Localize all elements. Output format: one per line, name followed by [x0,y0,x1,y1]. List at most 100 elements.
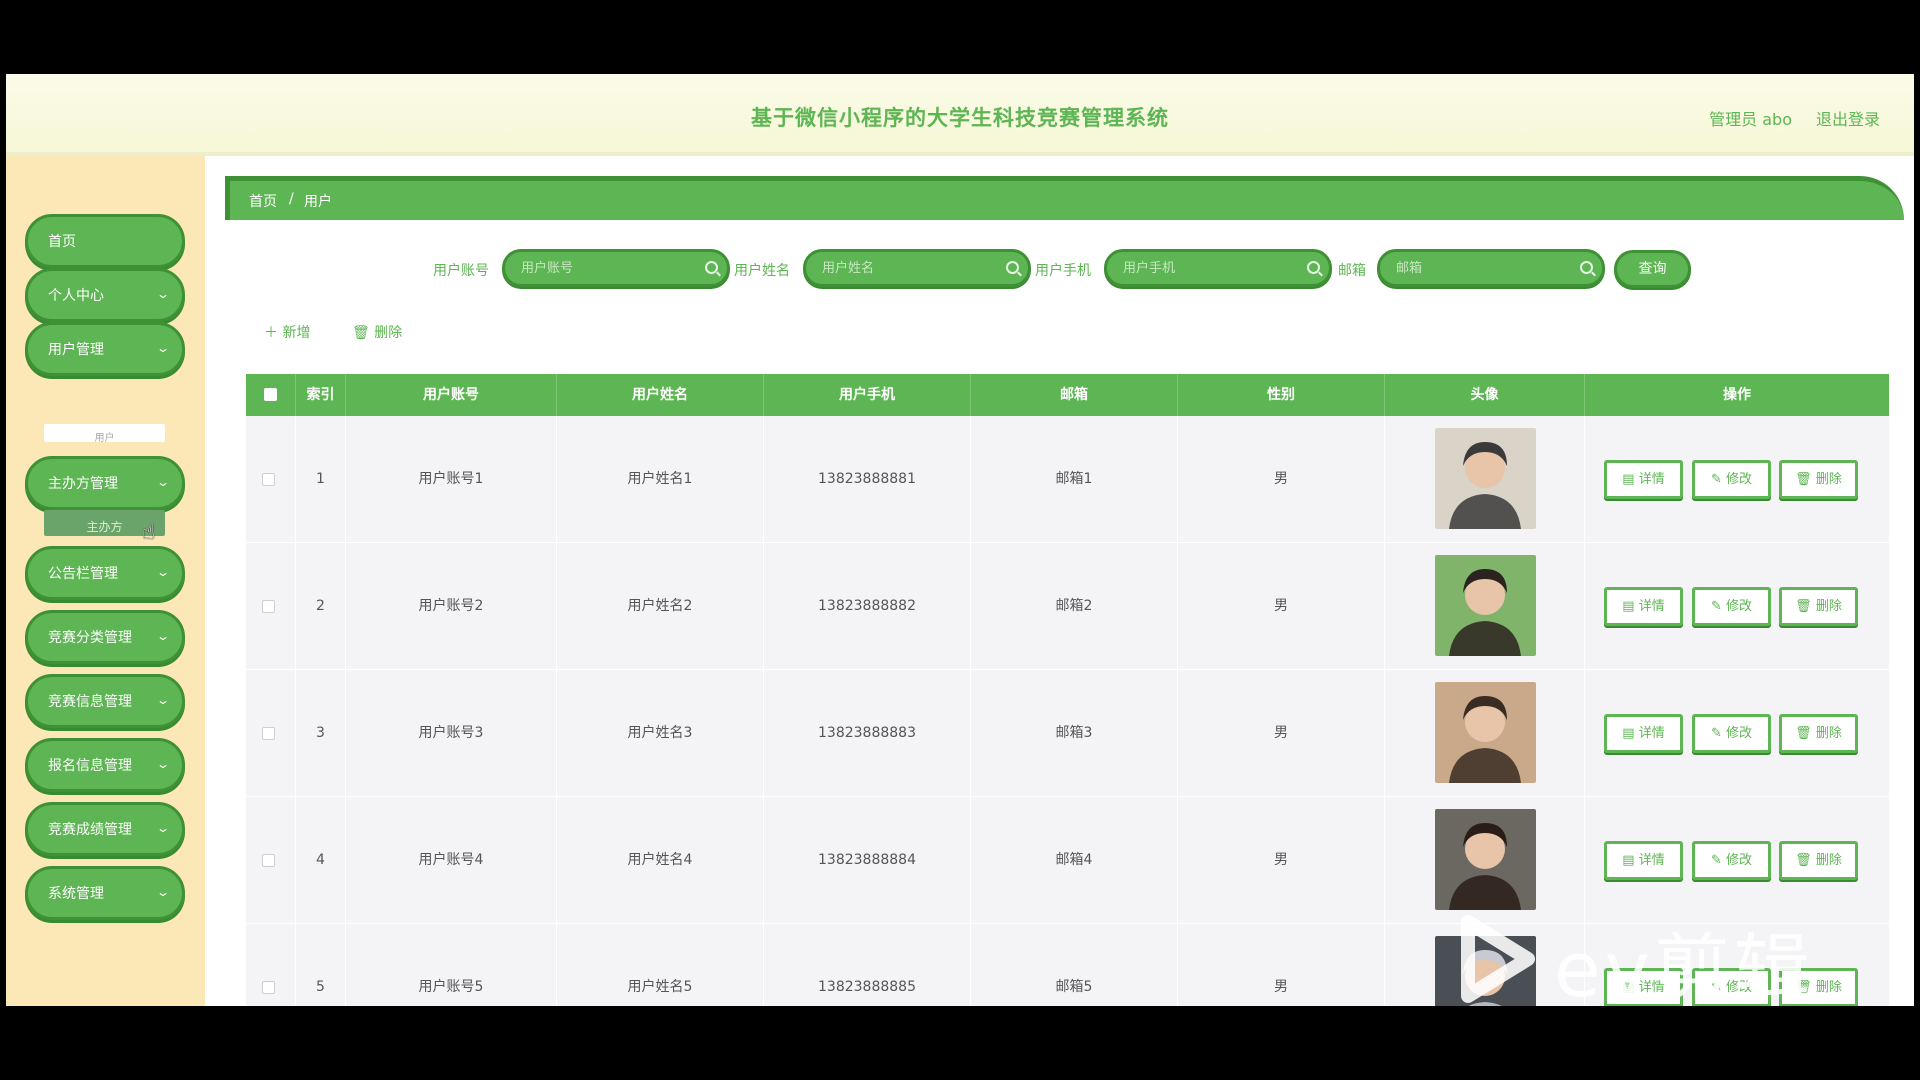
delete-button[interactable]: 🗑 删除 [1779,460,1858,499]
avatar [1435,555,1536,656]
table-row: 1 用户账号1 用户姓名1 13823888881 邮箱1 男 ▤ 详情 ✎ 修… [246,416,1889,543]
menu-item-label: 报名信息管理 [48,758,132,774]
chevron-down-icon: ⌄ [155,565,171,579]
breadcrumb: 首页 / 用户 [225,176,1904,220]
row-checkbox[interactable] [262,981,275,994]
pencil-icon: ✎ [1710,726,1722,741]
cell-account: 用户账号1 [346,416,557,543]
name-search-box [803,249,1031,287]
chevron-down-icon: ⌄ [155,757,171,771]
current-user: 管理员 abo [1709,110,1792,129]
breadcrumb-home[interactable]: 首页 [249,191,277,211]
edit-label: 修改 [1726,726,1753,741]
add-button[interactable]: ＋ 新增 [264,322,310,342]
row-select-cell [246,543,296,670]
header-phone: 用户手机 [764,374,971,416]
play-logo-icon [1461,915,1535,1003]
logout-link[interactable]: 退出登录 [1816,106,1880,130]
pencil-icon: ✎ [1710,472,1722,487]
avatar [1435,809,1536,910]
edit-button[interactable]: ✎ 修改 [1692,714,1771,753]
chevron-down-icon: ⌄ [155,821,171,835]
add-label: 新增 [282,325,311,341]
submenu-item-user[interactable]: 用户 [44,424,165,442]
account-search-box [502,249,730,287]
account-label: 用户账号 [433,263,489,279]
cell-name: 用户姓名5 [557,924,764,1006]
delete-label: 删除 [1815,853,1842,868]
menu-item-score-management[interactable]: 竞赛成绩管理 ⌄ [25,802,185,856]
cell-account: 用户账号5 [346,924,557,1006]
phone-search-box [1104,249,1332,287]
phone-search-input[interactable] [1107,252,1329,284]
email-search-box [1377,249,1605,287]
menu-item-host-management[interactable]: 主办方管理 ⌄ [25,456,185,510]
email-label: 邮箱 [1338,263,1366,279]
delete-button[interactable]: 🗑 删除 [1779,714,1858,753]
watermark-text: ev剪辑 [1554,925,1814,1006]
detail-label: 详情 [1638,853,1665,868]
top-header: 基于微信小程序的大学生科技竞赛管理系统 管理员 abo 退出登录 [6,74,1914,156]
row-checkbox[interactable] [262,600,275,613]
row-select-cell [246,924,296,1006]
delete-label: 删除 [374,325,403,341]
pencil-icon: ✎ [1710,853,1722,868]
name-search-input[interactable] [806,252,1028,284]
detail-button[interactable]: ▤ 详情 [1604,714,1683,753]
menu-item-signup-management[interactable]: 报名信息管理 ⌄ [25,738,185,792]
batch-delete-button[interactable]: 🗑 删除 [352,322,402,342]
avatar [1435,428,1536,529]
detail-button[interactable]: ▤ 详情 [1604,587,1683,626]
cell-gender: 男 [1178,416,1385,543]
menu-item-label: 用户管理 [48,342,104,358]
detail-button[interactable]: ▤ 详情 [1604,841,1683,880]
menu-item-competition-management[interactable]: 竞赛信息管理 ⌄ [25,674,185,728]
menu-item-category-management[interactable]: 竞赛分类管理 ⌄ [25,610,185,664]
trash-icon: 🗑 [1795,726,1812,741]
menu-item-home[interactable]: 首页 [25,214,185,268]
cell-phone: 13823888881 [764,416,971,543]
search-icon [1006,261,1019,274]
edit-button[interactable]: ✎ 修改 [1692,587,1771,626]
cell-account: 用户账号3 [346,670,557,797]
detail-label: 详情 [1638,472,1665,487]
chevron-down-icon: ⌄ [155,629,171,643]
plus-icon: ＋ [264,325,278,341]
breadcrumb-current: 用户 [304,194,332,210]
mouse-pointer-icon: ☝ [142,520,156,545]
account-search-input[interactable] [505,252,727,284]
menu-item-system-management[interactable]: 系统管理 ⌄ [25,866,185,920]
detail-label: 详情 [1638,599,1665,614]
select-all-checkbox[interactable] [264,388,277,401]
edit-button[interactable]: ✎ 修改 [1692,460,1771,499]
cell-index: 3 [296,670,346,797]
edit-button[interactable]: ✎ 修改 [1692,841,1771,880]
row-checkbox[interactable] [262,854,275,867]
row-checkbox[interactable] [262,727,275,740]
cell-avatar [1385,797,1585,924]
cell-email: 邮箱1 [971,416,1178,543]
delete-button[interactable]: 🗑 删除 [1779,841,1858,880]
detail-button[interactable]: ▤ 详情 [1604,460,1683,499]
search-icon [1307,261,1320,274]
menu-item-personal[interactable]: 个人中心 ⌄ [25,268,185,322]
cell-account: 用户账号4 [346,797,557,924]
row-select-cell [246,797,296,924]
cell-account: 用户账号2 [346,543,557,670]
query-button[interactable]: 查询 [1614,250,1691,288]
delete-button[interactable]: 🗑 删除 [1779,587,1858,626]
cell-avatar [1385,543,1585,670]
menu-item-notice-management[interactable]: 公告栏管理 ⌄ [25,546,185,600]
cell-index: 2 [296,543,346,670]
row-checkbox[interactable] [262,473,275,486]
cell-actions: ▤ 详情 ✎ 修改 🗑 删除 [1585,797,1889,924]
table-row: 3 用户账号3 用户姓名3 13823888883 邮箱3 男 ▤ 详情 ✎ 修… [246,670,1889,797]
cell-name: 用户姓名3 [557,670,764,797]
email-search-input[interactable] [1380,252,1602,284]
menu-item-label: 竞赛成绩管理 [48,822,132,838]
delete-label: 删除 [1815,599,1842,614]
menu-item-user-management[interactable]: 用户管理 ⌄ [25,322,185,376]
search-icon [1580,261,1593,274]
row-select-cell [246,416,296,543]
cell-phone: 13823888884 [764,797,971,924]
